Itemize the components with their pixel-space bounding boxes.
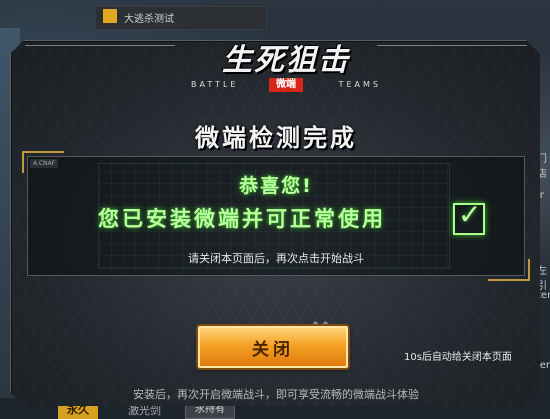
microclient-check-dialog: 生死狙击 BATTLE 微端 TEAMS 微端检测完成 A.CNAF 恭喜您! … (10, 40, 540, 406)
frame-line (377, 45, 527, 46)
background-top-text: 大逃杀测试 (124, 14, 174, 25)
background-mode-icon (103, 9, 117, 23)
background-top-bar (95, 6, 267, 30)
installed-message: 您已安装微端并可正常使用 (98, 207, 386, 231)
footer-tip: 安装后，再次开启微端战斗，即可享受流畅的微端战斗体验 (133, 388, 419, 401)
game-logo: 生死狙击 BATTLE 微端 TEAMS (181, 43, 391, 98)
instruction-text: 请关闭本页面后，再次点击开始战斗 (188, 252, 364, 265)
checkmark-icon: ✓ (453, 199, 485, 235)
logo-subtitle: BATTLE 微端 TEAMS (191, 78, 381, 92)
dialog-headline: 微端检测完成 (195, 124, 357, 152)
close-button[interactable]: 关闭 (198, 326, 348, 368)
result-panel: A.CNAF 恭喜您! 您已安装微端并可正常使用 ✓ 请关闭本页面后，再次点击开… (22, 151, 530, 281)
logo-sub-right: TEAMS (338, 80, 381, 89)
logo-badge: 微端 (269, 78, 303, 92)
frame-line (25, 45, 175, 46)
congrats-text: 恭喜您! (239, 175, 313, 197)
auto-close-countdown: 10s后自动给关闭本页面 (404, 352, 512, 363)
logo-title: 生死狙击 (222, 43, 350, 78)
logo-sub-left: BATTLE (191, 80, 239, 89)
panel-tag: A.CNAF (30, 159, 59, 168)
